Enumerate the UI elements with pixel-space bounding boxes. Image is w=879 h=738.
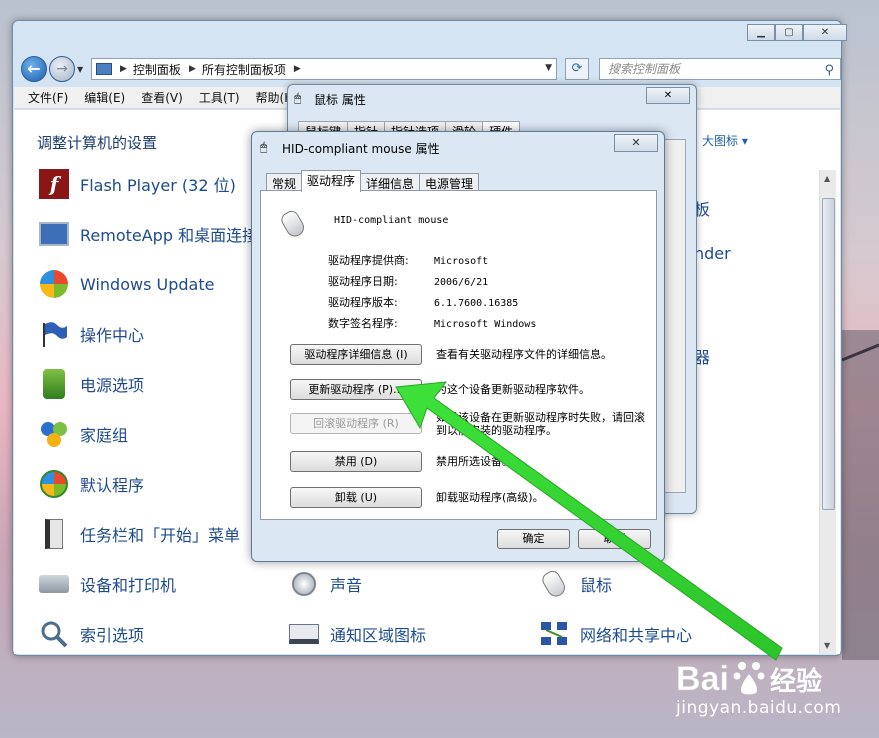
baidu-watermark: Bai 经验 [676, 656, 836, 703]
svg-text:经验: 经验 [770, 666, 822, 697]
svg-text:Bai: Bai [676, 660, 729, 698]
watermark-url: jingyan.baidu.com [676, 698, 842, 718]
annotation-arrow [395, 381, 783, 661]
tab-driver[interactable]: 驱动程序 [301, 170, 362, 192]
baidu-logo: Bai 经验 [676, 660, 822, 699]
